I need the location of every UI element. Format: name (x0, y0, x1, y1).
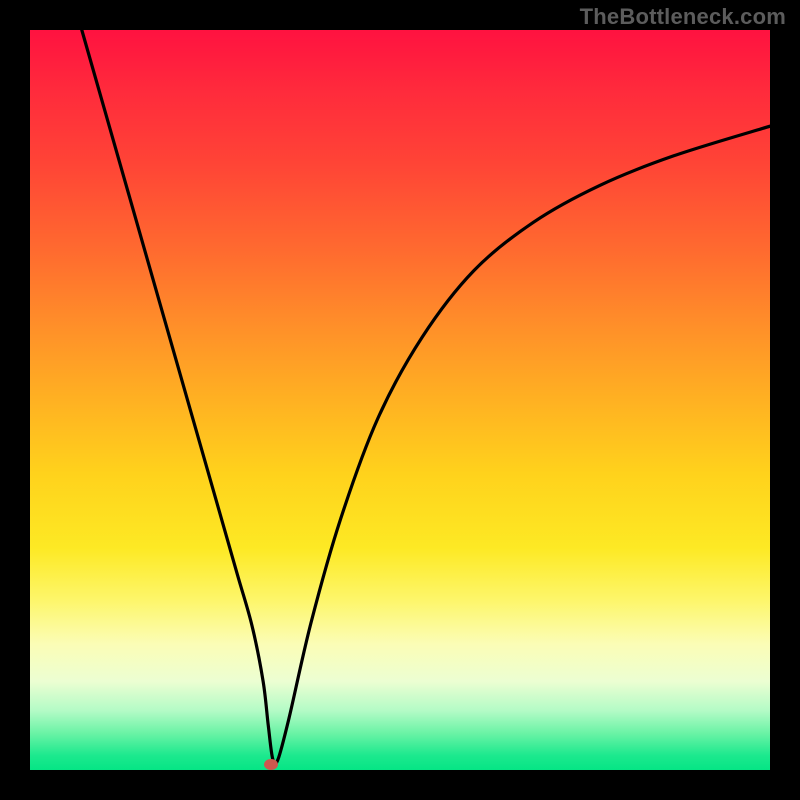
watermark-text: TheBottleneck.com (580, 4, 786, 30)
bottleneck-curve-path (82, 30, 770, 764)
minimum-marker (264, 759, 278, 770)
chart-frame: TheBottleneck.com (0, 0, 800, 800)
curve-svg (30, 30, 770, 770)
